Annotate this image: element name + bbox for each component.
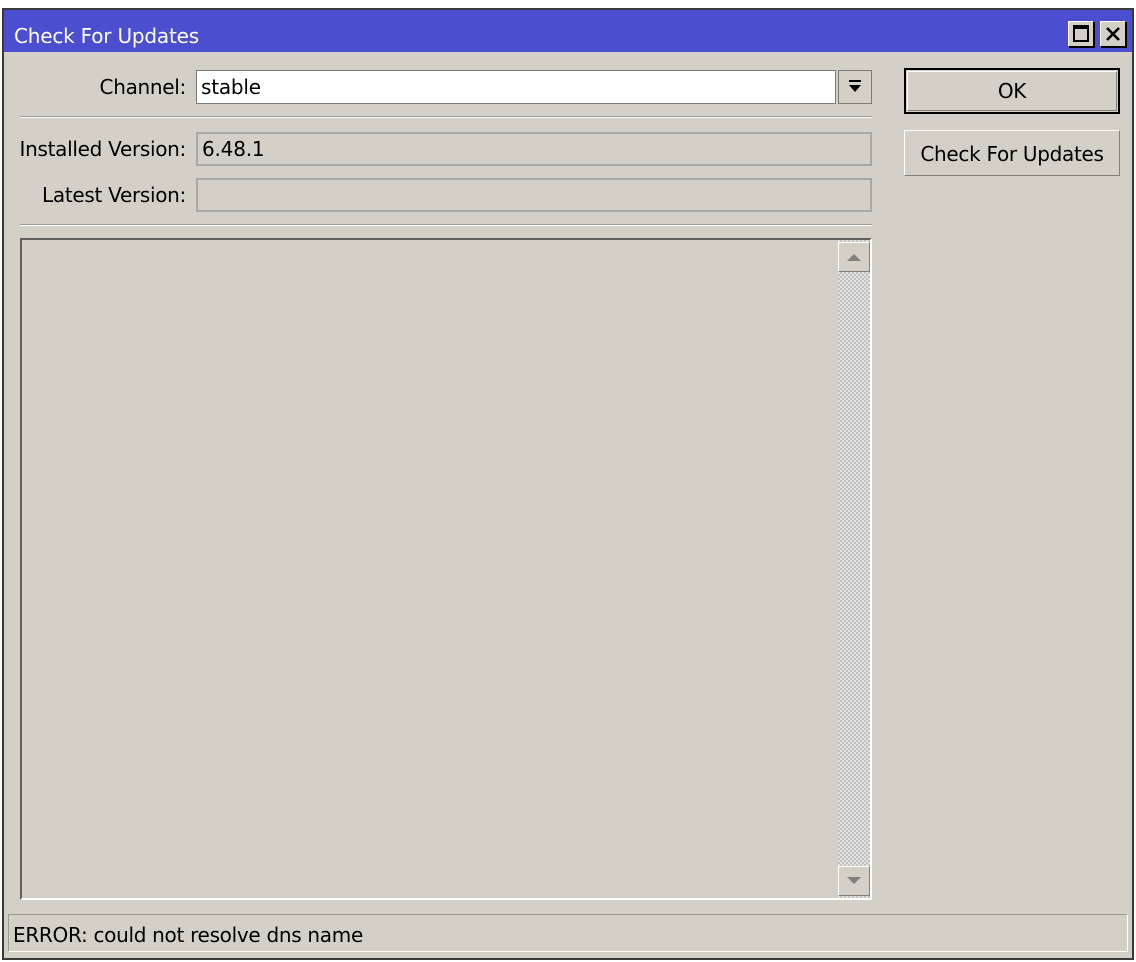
installed-version-label: Installed Version: bbox=[19, 137, 187, 161]
dropdown-arrow-icon bbox=[849, 80, 861, 92]
vertical-scrollbar[interactable] bbox=[838, 240, 870, 898]
installed-version-field: 6.48.1 bbox=[196, 132, 872, 166]
channel-select[interactable]: stable bbox=[196, 70, 836, 104]
ok-button[interactable]: OK bbox=[904, 68, 1120, 114]
latest-version-label: Latest Version: bbox=[42, 183, 186, 207]
maximize-icon bbox=[1073, 25, 1089, 42]
channel-label: Channel: bbox=[99, 75, 187, 99]
scroll-up-button[interactable] bbox=[838, 242, 870, 272]
channel-dropdown-button[interactable] bbox=[838, 70, 872, 104]
title-bar[interactable]: Check For Updates bbox=[4, 10, 1132, 52]
check-for-updates-button[interactable]: Check For Updates bbox=[904, 130, 1120, 176]
latest-version-field bbox=[196, 178, 872, 212]
window-title: Check For Updates bbox=[14, 24, 199, 48]
separator-bottom bbox=[20, 224, 872, 226]
scroll-up-arrow-icon bbox=[847, 254, 861, 261]
status-bar: ERROR: could not resolve dns name bbox=[8, 914, 1128, 952]
separator-top bbox=[20, 116, 872, 118]
close-button[interactable] bbox=[1100, 21, 1126, 47]
maximize-button[interactable] bbox=[1068, 21, 1094, 47]
update-log-textarea[interactable] bbox=[20, 238, 872, 900]
close-icon bbox=[1106, 27, 1120, 41]
scroll-down-button[interactable] bbox=[838, 866, 870, 896]
scroll-down-arrow-icon bbox=[847, 877, 861, 884]
check-for-updates-window: Check For Updates Channel: stable Instal… bbox=[2, 8, 1134, 960]
